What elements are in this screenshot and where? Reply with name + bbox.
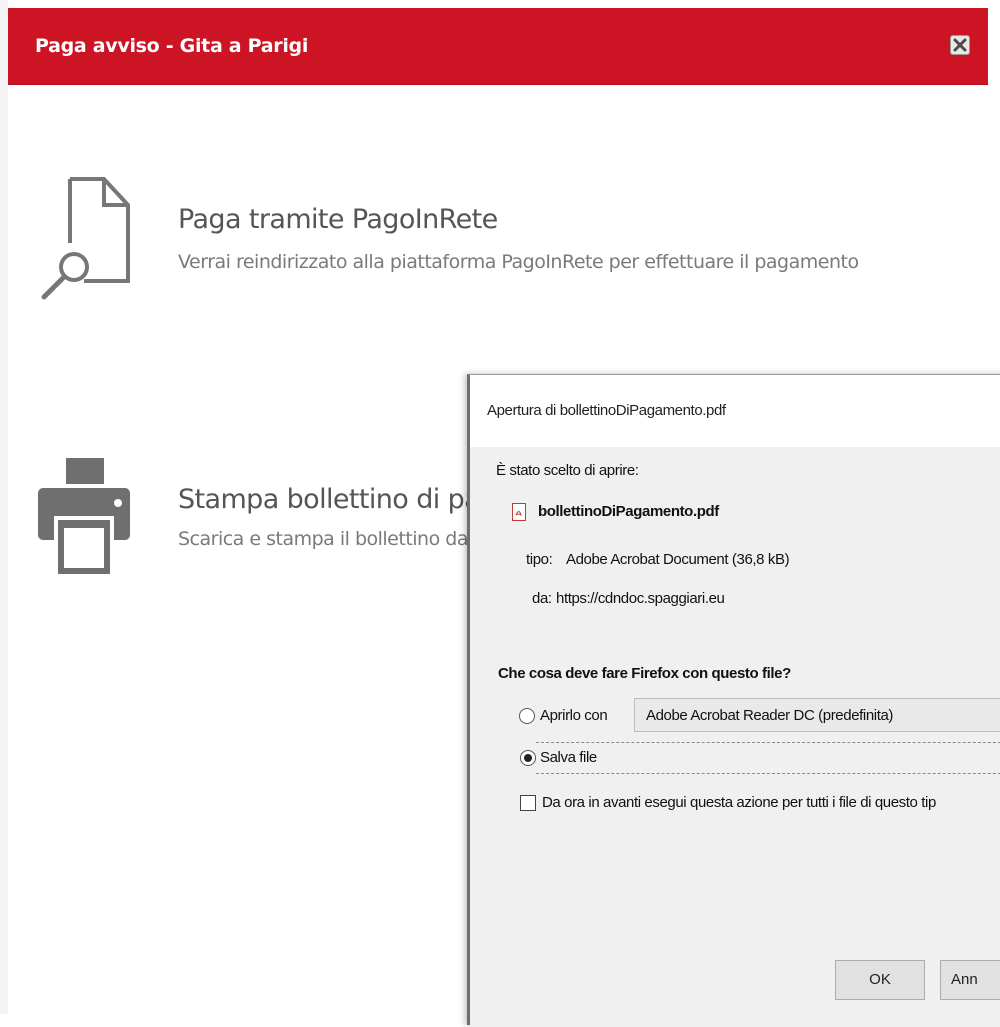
dialog-titlebar[interactable]: Apertura di bollettinoDiPagamento.pdf — [470, 375, 1000, 448]
action-question: Che cosa deve fare Firefox con questo fi… — [498, 665, 791, 682]
save-file-focus-outline — [536, 742, 1000, 774]
option-title: Paga tramite PagoInRete — [178, 204, 498, 235]
option-description: Verrai reindirizzato alla piattaforma Pa… — [178, 251, 859, 273]
close-button[interactable] — [950, 35, 970, 55]
cancel-button[interactable]: Ann — [940, 960, 1000, 1000]
file-type-label: tipo: — [526, 551, 553, 568]
dialog-body: È stato scelto di aprire: bollettinoDiPa… — [470, 447, 1000, 1027]
pdf-file-icon — [512, 503, 526, 521]
option-pagoinrete[interactable]: Paga tramite PagoInRete Verrai reindiriz… — [8, 158, 988, 318]
file-source-label: da: — [532, 590, 552, 607]
open-with-app-value: Adobe Acrobat Reader DC (predefinita) — [646, 707, 894, 724]
file-type-value: Adobe Acrobat Document (36,8 kB) — [566, 551, 790, 568]
open-with-app-select[interactable]: Adobe Acrobat Reader DC (predefinita) — [634, 698, 1000, 732]
page-background-edge — [0, 0, 8, 1014]
ok-button[interactable]: OK — [835, 960, 925, 1000]
printer-icon — [38, 458, 138, 583]
save-file-radio[interactable] — [520, 750, 536, 766]
firefox-open-file-dialog: Apertura di bollettinoDiPagamento.pdf È … — [467, 374, 1000, 1027]
close-x-icon — [953, 38, 967, 52]
open-with-label[interactable]: Aprirlo con — [540, 707, 608, 724]
document-search-icon — [36, 173, 136, 308]
dialog-title: Apertura di bollettinoDiPagamento.pdf — [487, 402, 726, 419]
file-source-value: https://cdndoc.spaggiari.eu — [556, 590, 725, 607]
file-name: bollettinoDiPagamento.pdf — [538, 503, 719, 520]
save-file-label[interactable]: Salva file — [540, 749, 597, 766]
option-title: Stampa bollettino di pag — [178, 484, 497, 515]
dialog-intro: È stato scelto di aprire: — [496, 462, 639, 479]
option-description: Scarica e stampa il bollettino da — [178, 528, 468, 550]
remember-choice-checkbox[interactable] — [520, 795, 536, 811]
modal-header: Paga avviso - Gita a Parigi — [8, 8, 988, 85]
open-with-radio[interactable] — [519, 708, 535, 724]
modal-title: Paga avviso - Gita a Parigi — [35, 35, 309, 57]
remember-choice-label[interactable]: Da ora in avanti esegui questa azione pe… — [542, 794, 936, 811]
